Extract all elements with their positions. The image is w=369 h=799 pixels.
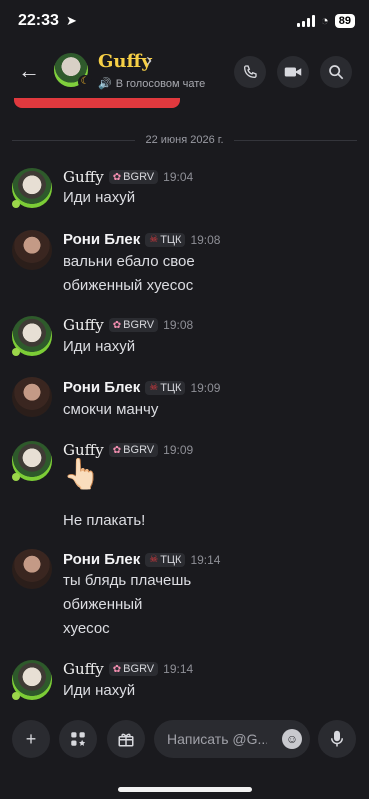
avatar[interactable] (12, 549, 52, 589)
avatar[interactable]: ☾ (54, 53, 92, 89)
message-author[interactable]: Guffy (63, 660, 104, 678)
clan-tag[interactable]: ☠ ТЦК (145, 380, 186, 395)
live-banner-edge[interactable] (14, 98, 180, 108)
message-text: хуесос (63, 620, 110, 637)
clan-tag[interactable]: ✿ BGRV (108, 170, 159, 184)
message-time: 19:09 (163, 443, 194, 457)
avatar[interactable] (12, 168, 52, 208)
emoji-icon[interactable]: ☺ (282, 729, 302, 749)
flower-icon: ✿ (112, 319, 122, 331)
message-time: 19:08 (163, 318, 194, 332)
date-divider-text: 22 июня 2026 г. (145, 134, 224, 146)
pointing-hand-emoji: 👆🏻 (63, 458, 101, 491)
clan-tag[interactable]: ☠ ТЦК (145, 552, 186, 567)
voice-channel-icon: 🔊 (98, 78, 112, 90)
avatar[interactable] (12, 377, 52, 417)
voice-status: 🔊 В голосовом чате (98, 77, 206, 91)
message-text: Не плакать! (63, 512, 146, 529)
apps-icon[interactable] (59, 720, 97, 758)
gift-icon[interactable] (107, 720, 145, 758)
status-bar: 22:33 ➤ ◔ 89 (0, 0, 369, 44)
flower-icon: ✿ (112, 444, 122, 456)
message-text: вальни ебало свое (63, 253, 195, 270)
status-time: 22:33 (18, 12, 59, 29)
battery-level: 89 (334, 13, 355, 28)
clan-tag[interactable]: ✿ BGRV (108, 662, 159, 676)
message-time: 19:04 (163, 170, 194, 184)
clan-tag[interactable]: ☠ ТЦК (145, 232, 186, 247)
message-author[interactable]: Рони Блек (63, 231, 140, 248)
message-text: Иди нахуй (63, 338, 136, 355)
avatar[interactable] (12, 660, 52, 700)
voice-status-text: В голосовом чате (115, 77, 206, 90)
skull-icon: ☠ (149, 234, 159, 245)
back-arrow-icon[interactable]: ← (16, 58, 42, 84)
phone-call-icon[interactable] (234, 56, 266, 88)
message-input[interactable]: Написать @G... ☺ (154, 720, 310, 758)
message-author[interactable]: Рони Блек (63, 551, 140, 568)
status-icons: ◔ 89 (296, 13, 355, 28)
idle-moon-icon: ☾ (78, 75, 92, 89)
avatar[interactable] (12, 316, 52, 356)
home-indicator[interactable] (118, 787, 252, 792)
skull-icon: ☠ (149, 382, 159, 393)
flower-icon: ✿ (112, 171, 122, 183)
message-text: Иди нахуй (63, 189, 136, 206)
chat-title[interactable]: Guffy (98, 51, 152, 72)
avatar[interactable] (12, 441, 52, 481)
message-time: 19:14 (163, 662, 194, 676)
message-text: обиженный хуесос (63, 277, 194, 294)
clan-tag[interactable]: ✿ BGRV (108, 318, 159, 332)
message-time: 19:14 (190, 552, 221, 567)
plus-icon[interactable]: + (12, 720, 50, 758)
message-input-placeholder: Написать @G... (167, 731, 267, 747)
message-text: Иди нахуй (63, 682, 136, 699)
message-text: смокчи манчу (63, 401, 159, 418)
video-camera-icon[interactable] (277, 56, 309, 88)
avatar[interactable] (12, 230, 52, 270)
date-divider: 22 июня 2026 г. (12, 132, 357, 148)
flower-icon: ✿ (112, 663, 122, 675)
signal-icon (296, 14, 315, 27)
wifi-icon: ◔ (320, 13, 329, 28)
message-text: обиженный (63, 596, 143, 613)
chat-header: ← ☾ Guffy › 🔊 В голосовом чате (0, 44, 369, 100)
message-author[interactable]: Guffy (63, 168, 104, 186)
message-time: 19:09 (190, 380, 221, 395)
message-author[interactable]: Рони Блек (63, 379, 140, 396)
clan-tag[interactable]: ✿ BGRV (108, 443, 159, 457)
message-author[interactable]: Guffy (63, 316, 104, 334)
message-text: ты блядь плачешь (63, 572, 192, 589)
search-icon[interactable] (320, 56, 352, 88)
message-composer: + Написать @G... ☺ (0, 716, 369, 766)
microphone-icon[interactable] (318, 720, 356, 758)
chevron-right-icon[interactable]: › (146, 50, 152, 71)
message-time: 19:08 (190, 232, 221, 247)
skull-icon: ☠ (149, 554, 159, 565)
location-arrow-icon: ➤ (66, 13, 77, 28)
